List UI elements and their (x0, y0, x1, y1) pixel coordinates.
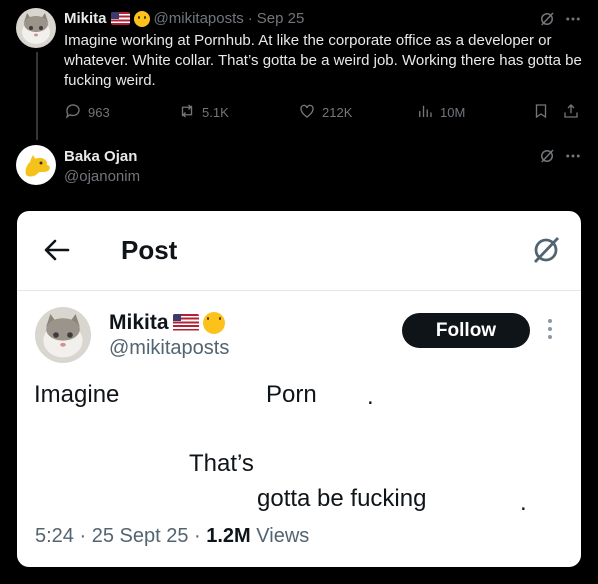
grok-icon[interactable] (536, 9, 558, 29)
post-author-name-text: Mikita (109, 311, 169, 334)
views-button[interactable]: 10M (416, 102, 465, 123)
reply-icon (64, 102, 82, 123)
tweet-date[interactable]: Sep 25 (257, 10, 305, 27)
thread-connector-line (36, 52, 38, 140)
author-name[interactable]: Mikita (64, 10, 107, 27)
avatar[interactable] (16, 8, 56, 48)
reply-count: 963 (88, 105, 110, 120)
reply-button[interactable]: 963 (64, 102, 110, 123)
meta-separator: · (188, 525, 207, 547)
post-author-name: Mikita (109, 311, 225, 335)
grok-icon (529, 233, 563, 272)
bookmark-icon (532, 102, 550, 123)
text-fragment: . (520, 489, 527, 516)
text-fragment: Porn (266, 381, 317, 408)
dot-separator: · (247, 10, 253, 27)
tweet-header: Mikita @mikitaposts · Sep 25 (64, 10, 304, 27)
post-meta: 5:24 · 25 Sept 25 · 1.2M Views (35, 525, 309, 548)
share-button[interactable] (562, 102, 580, 123)
us-flag-icon (172, 314, 199, 332)
text-fragment: gotta be fucking (257, 485, 427, 512)
reply-handle-row: @ojanonim (64, 168, 140, 185)
tweet-actions: 963 5.1K 212K 10M (64, 102, 584, 126)
post-title: Post (121, 235, 178, 265)
post-time: 5:24 (35, 525, 74, 547)
share-icon (562, 102, 580, 123)
follow-button: Follow (402, 313, 530, 348)
post-author-handle: @mikitaposts (109, 337, 230, 359)
more-vertical-icon (547, 319, 553, 341)
more-icon[interactable] (562, 146, 584, 166)
salute-face-icon (133, 10, 150, 27)
repost-icon (178, 102, 196, 123)
text-fragment: Imagine (34, 381, 120, 408)
meta-separator: · (73, 525, 92, 547)
grok-icon[interactable] (536, 146, 558, 166)
views-count: 10M (440, 105, 466, 120)
repost-count: 5.1K (202, 105, 229, 120)
text-fragment: . (367, 383, 374, 410)
post-header: Post (17, 211, 581, 291)
salute-face-icon (202, 312, 225, 334)
us-flag-icon (110, 12, 130, 25)
like-count: 212K (322, 105, 353, 120)
views-label: Views (250, 525, 310, 547)
views-icon (416, 102, 434, 123)
attached-image[interactable]: Post Mikita @mikitaposts Follow Imagine … (17, 211, 581, 567)
reply-author-handle[interactable]: @ojanonim (64, 168, 140, 185)
post-author-avatar (35, 307, 91, 363)
bookmark-button[interactable] (532, 102, 550, 123)
like-icon (298, 102, 316, 123)
more-icon[interactable] (562, 9, 584, 29)
post-date: 25 Sept 25 (91, 525, 189, 547)
text-fragment: That’s (189, 450, 254, 477)
reply-avatar[interactable] (16, 145, 56, 185)
reply-author-name[interactable]: Baka Ojan (64, 148, 137, 165)
like-button[interactable]: 212K (298, 102, 352, 123)
author-handle[interactable]: @mikitaposts (154, 10, 244, 27)
reply-header: Baka Ojan (64, 148, 137, 165)
tweet-text: Imagine working at Pornhub. At like the … (64, 32, 582, 89)
repost-button[interactable]: 5.1K (178, 102, 229, 123)
back-arrow-icon (43, 237, 71, 268)
views-count: 1.2M (206, 525, 251, 547)
